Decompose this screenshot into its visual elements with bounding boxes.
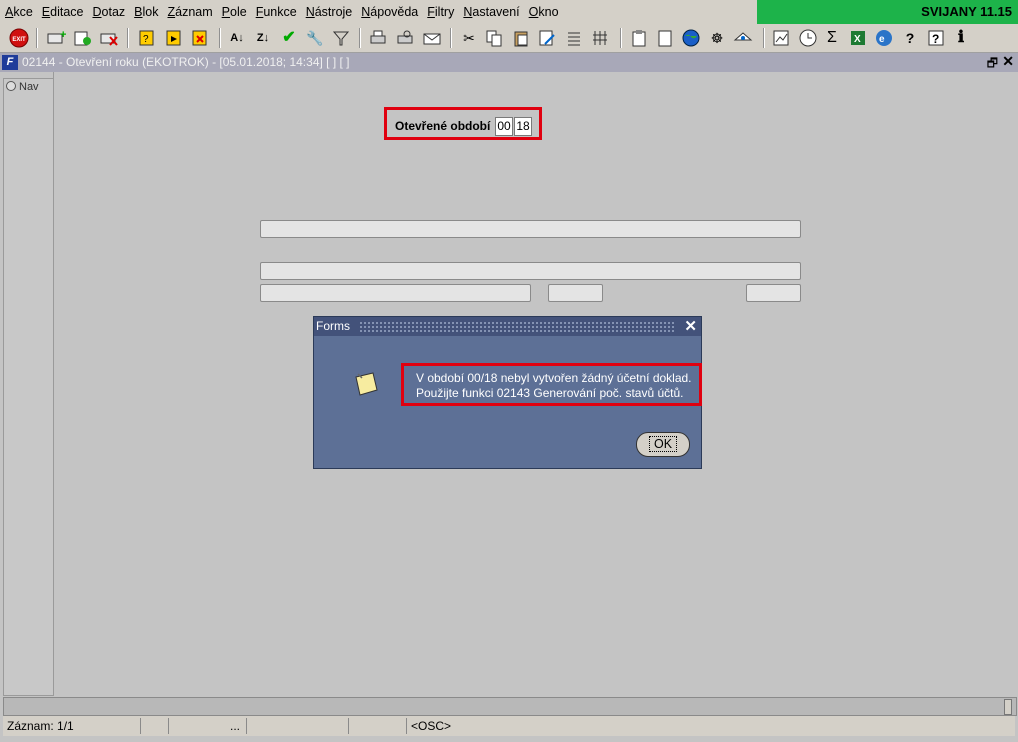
open-period-label: Otevřené období xyxy=(395,119,491,133)
text-field-2[interactable] xyxy=(260,262,801,280)
status-dots: ... xyxy=(169,718,247,734)
dialog-title: Forms xyxy=(316,319,350,333)
brand-banner: SVIJANY 11.15 xyxy=(757,0,1018,24)
svg-text:X: X xyxy=(854,34,861,45)
open-period-group: Otevřené období 00 18 xyxy=(384,107,542,140)
clock-icon[interactable] xyxy=(798,28,818,48)
cut-icon[interactable]: ✂ xyxy=(459,28,479,48)
brand-label: SVIJANY 11.15 xyxy=(921,4,1012,19)
dialog-title-bar[interactable]: Forms ✕ xyxy=(314,317,701,336)
columns-icon[interactable] xyxy=(590,28,610,48)
mail-icon[interactable] xyxy=(422,28,442,48)
status-record: Záznam: 1/1 xyxy=(3,718,141,734)
dialog-close-icon[interactable]: ✕ xyxy=(684,317,697,335)
status-bar: Záznam: 1/1 ... <OSC> xyxy=(3,716,1015,736)
sort-desc-icon[interactable]: Z↓ xyxy=(253,28,273,48)
svg-text:e: e xyxy=(879,34,885,45)
text-field-5[interactable] xyxy=(746,284,801,302)
svg-text:+: + xyxy=(60,29,66,41)
menu-items: Akce Editace Dotaz Blok Záznam Pole Funkce Nást… xyxy=(0,0,568,24)
scrollbar-thumb[interactable] xyxy=(1004,699,1012,715)
query-enter-icon[interactable]: ? xyxy=(137,28,157,48)
close-icon[interactable]: ✕ xyxy=(1002,53,1014,70)
list-icon[interactable] xyxy=(564,28,584,48)
window-title-bar: F 02144 - Otevření roku (EKOTROK) - [05.… xyxy=(0,53,1018,72)
note-icon xyxy=(352,370,378,396)
period-month-field[interactable]: 00 xyxy=(495,117,513,136)
sum-icon[interactable]: Σ xyxy=(822,28,842,48)
sort-asc-icon[interactable]: A↓ xyxy=(227,28,247,48)
left-nav-pane: Nav xyxy=(3,78,54,696)
toolbar: EXIT + ? A↓ Z↓ ✔ 🔧 ✂ ☸ Σ X e ? ? ℹ xyxy=(0,24,1018,53)
menu-item[interactable]: Nastavení xyxy=(463,5,519,19)
new-record-icon[interactable] xyxy=(72,28,92,48)
horizontal-scrollbar[interactable] xyxy=(3,697,1017,716)
text-field-3[interactable] xyxy=(260,284,531,302)
excel-icon[interactable]: X xyxy=(848,28,868,48)
help-icon[interactable]: ? xyxy=(900,28,920,48)
message-box: V období 00/18 nebyl vytvořen žádný účet… xyxy=(401,363,702,406)
status-mode: <OSC> xyxy=(411,719,452,733)
status-cell-2 xyxy=(141,718,169,734)
copy-icon[interactable] xyxy=(484,28,504,48)
chart-icon[interactable] xyxy=(771,28,791,48)
delete-record-icon[interactable] xyxy=(99,28,119,48)
info-icon[interactable]: ℹ xyxy=(951,28,971,48)
query-cancel-icon[interactable] xyxy=(190,28,210,48)
menu-bar: Akce Editace Dotaz Blok Záznam Pole Funkce Nást… xyxy=(0,0,1018,24)
ok-label: OK xyxy=(648,436,678,452)
menu-item[interactable]: Funkce xyxy=(256,5,297,19)
insert-record-icon[interactable]: + xyxy=(46,28,66,48)
status-cell-5 xyxy=(349,718,407,734)
document-icon[interactable] xyxy=(655,28,675,48)
svg-text:?: ? xyxy=(143,34,149,45)
query-execute-icon[interactable] xyxy=(164,28,184,48)
menu-item[interactable]: Dotaz xyxy=(93,5,126,19)
forms-dialog: Forms ✕ V období 00/18 nebyl vytvořen žá… xyxy=(313,316,702,469)
clipboard-icon[interactable] xyxy=(629,28,649,48)
menu-item[interactable]: Filtry xyxy=(427,5,454,19)
eye-icon[interactable] xyxy=(733,28,753,48)
text-field-1[interactable] xyxy=(260,220,801,238)
svg-text:EXIT: EXIT xyxy=(12,37,26,43)
menu-item[interactable]: Pole xyxy=(222,5,247,19)
check-icon[interactable]: ✔ xyxy=(279,28,299,48)
filter-icon[interactable] xyxy=(331,28,351,48)
drag-grip[interactable] xyxy=(359,321,674,332)
app-icon: F xyxy=(2,55,18,70)
nav-button[interactable]: Nav xyxy=(6,81,46,98)
settings-wheel-icon[interactable]: ☸ xyxy=(707,28,727,48)
menu-item[interactable]: Nápověda xyxy=(361,5,418,19)
ok-button[interactable]: OK xyxy=(636,432,690,457)
nav-label: Nav xyxy=(19,81,39,93)
menu-item[interactable]: Nástroje xyxy=(306,5,353,19)
svg-text:?: ? xyxy=(932,32,939,46)
print-icon[interactable] xyxy=(368,28,388,48)
question-icon[interactable]: ? xyxy=(926,28,946,48)
menu-item[interactable]: Blok xyxy=(134,5,158,19)
status-cell-4 xyxy=(247,718,349,734)
message-line-2: Použijte funkci 02143 Generování poč. st… xyxy=(416,386,684,400)
period-year-field[interactable]: 18 xyxy=(514,117,532,136)
window-title: 02144 - Otevření roku (EKOTROK) - [05.01… xyxy=(22,55,350,69)
menu-item[interactable]: Záznam xyxy=(168,5,213,19)
menu-item[interactable]: Akce xyxy=(5,5,33,19)
print-preview-icon[interactable] xyxy=(395,28,415,48)
message-line-1: V období 00/18 nebyl vytvořen žádný účet… xyxy=(416,371,692,385)
word-icon[interactable]: e xyxy=(874,28,894,48)
paste-icon[interactable] xyxy=(511,28,531,48)
text-field-4[interactable] xyxy=(548,284,603,302)
menu-item[interactable]: Okno xyxy=(529,5,559,19)
edit-icon[interactable] xyxy=(537,28,557,48)
globe-icon[interactable] xyxy=(681,28,701,48)
menu-item[interactable]: Editace xyxy=(42,5,84,19)
wrench-icon[interactable]: 🔧 xyxy=(305,28,325,48)
radio-icon xyxy=(6,81,16,91)
exit-icon[interactable]: EXIT xyxy=(9,28,29,48)
